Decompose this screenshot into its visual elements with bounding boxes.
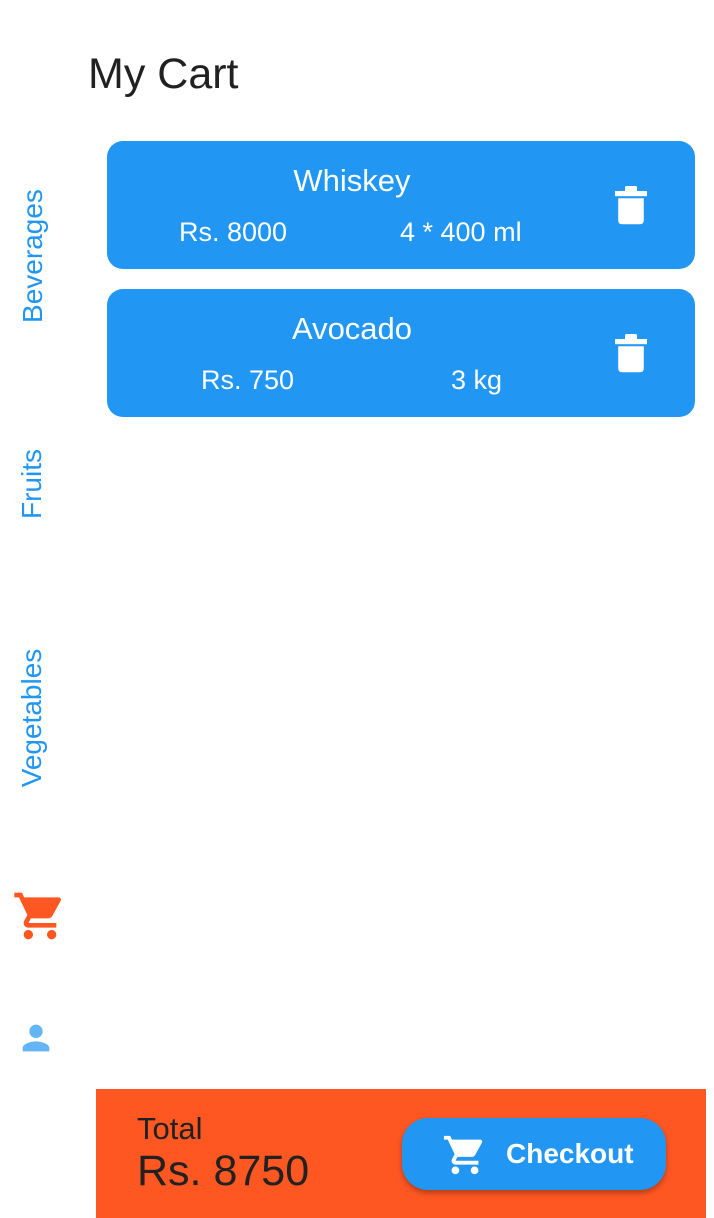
checkout-button[interactable]: Checkout <box>402 1118 666 1190</box>
total-value: Rs. 8750 <box>137 1147 310 1195</box>
shopping-cart-icon[interactable] <box>12 888 68 944</box>
trash-icon[interactable] <box>615 185 647 225</box>
page-title: My Cart <box>88 50 239 98</box>
nav-item-fruits[interactable]: Fruits <box>16 424 48 544</box>
side-navigation: Beverages Fruits Vegetables <box>0 0 96 1218</box>
cart-item[interactable]: Avocado Rs. 750 3 kg <box>107 289 695 417</box>
total-label: Total <box>137 1111 203 1146</box>
checkout-bar: Total Rs. 8750 Checkout <box>96 1089 706 1218</box>
checkout-label: Checkout <box>506 1138 634 1169</box>
item-name: Avocado <box>291 311 413 346</box>
shopping-cart-icon <box>443 1135 483 1175</box>
item-price: Rs. 750 <box>201 365 295 395</box>
nav-item-vegetables[interactable]: Vegetables <box>16 634 48 802</box>
person-icon[interactable] <box>16 1018 56 1058</box>
item-name: Whiskey <box>293 163 411 198</box>
item-quantity: 4 * 400 ml <box>400 217 522 247</box>
item-price: Rs. 8000 <box>179 217 288 247</box>
cart-item[interactable]: Whiskey Rs. 8000 4 * 400 ml <box>107 141 695 269</box>
nav-item-beverages[interactable]: Beverages <box>17 181 49 331</box>
item-quantity: 3 kg <box>451 365 503 395</box>
trash-icon[interactable] <box>615 333 647 373</box>
cart-item-list: Whiskey Rs. 8000 4 * 400 ml Avocado Rs. … <box>107 141 695 437</box>
